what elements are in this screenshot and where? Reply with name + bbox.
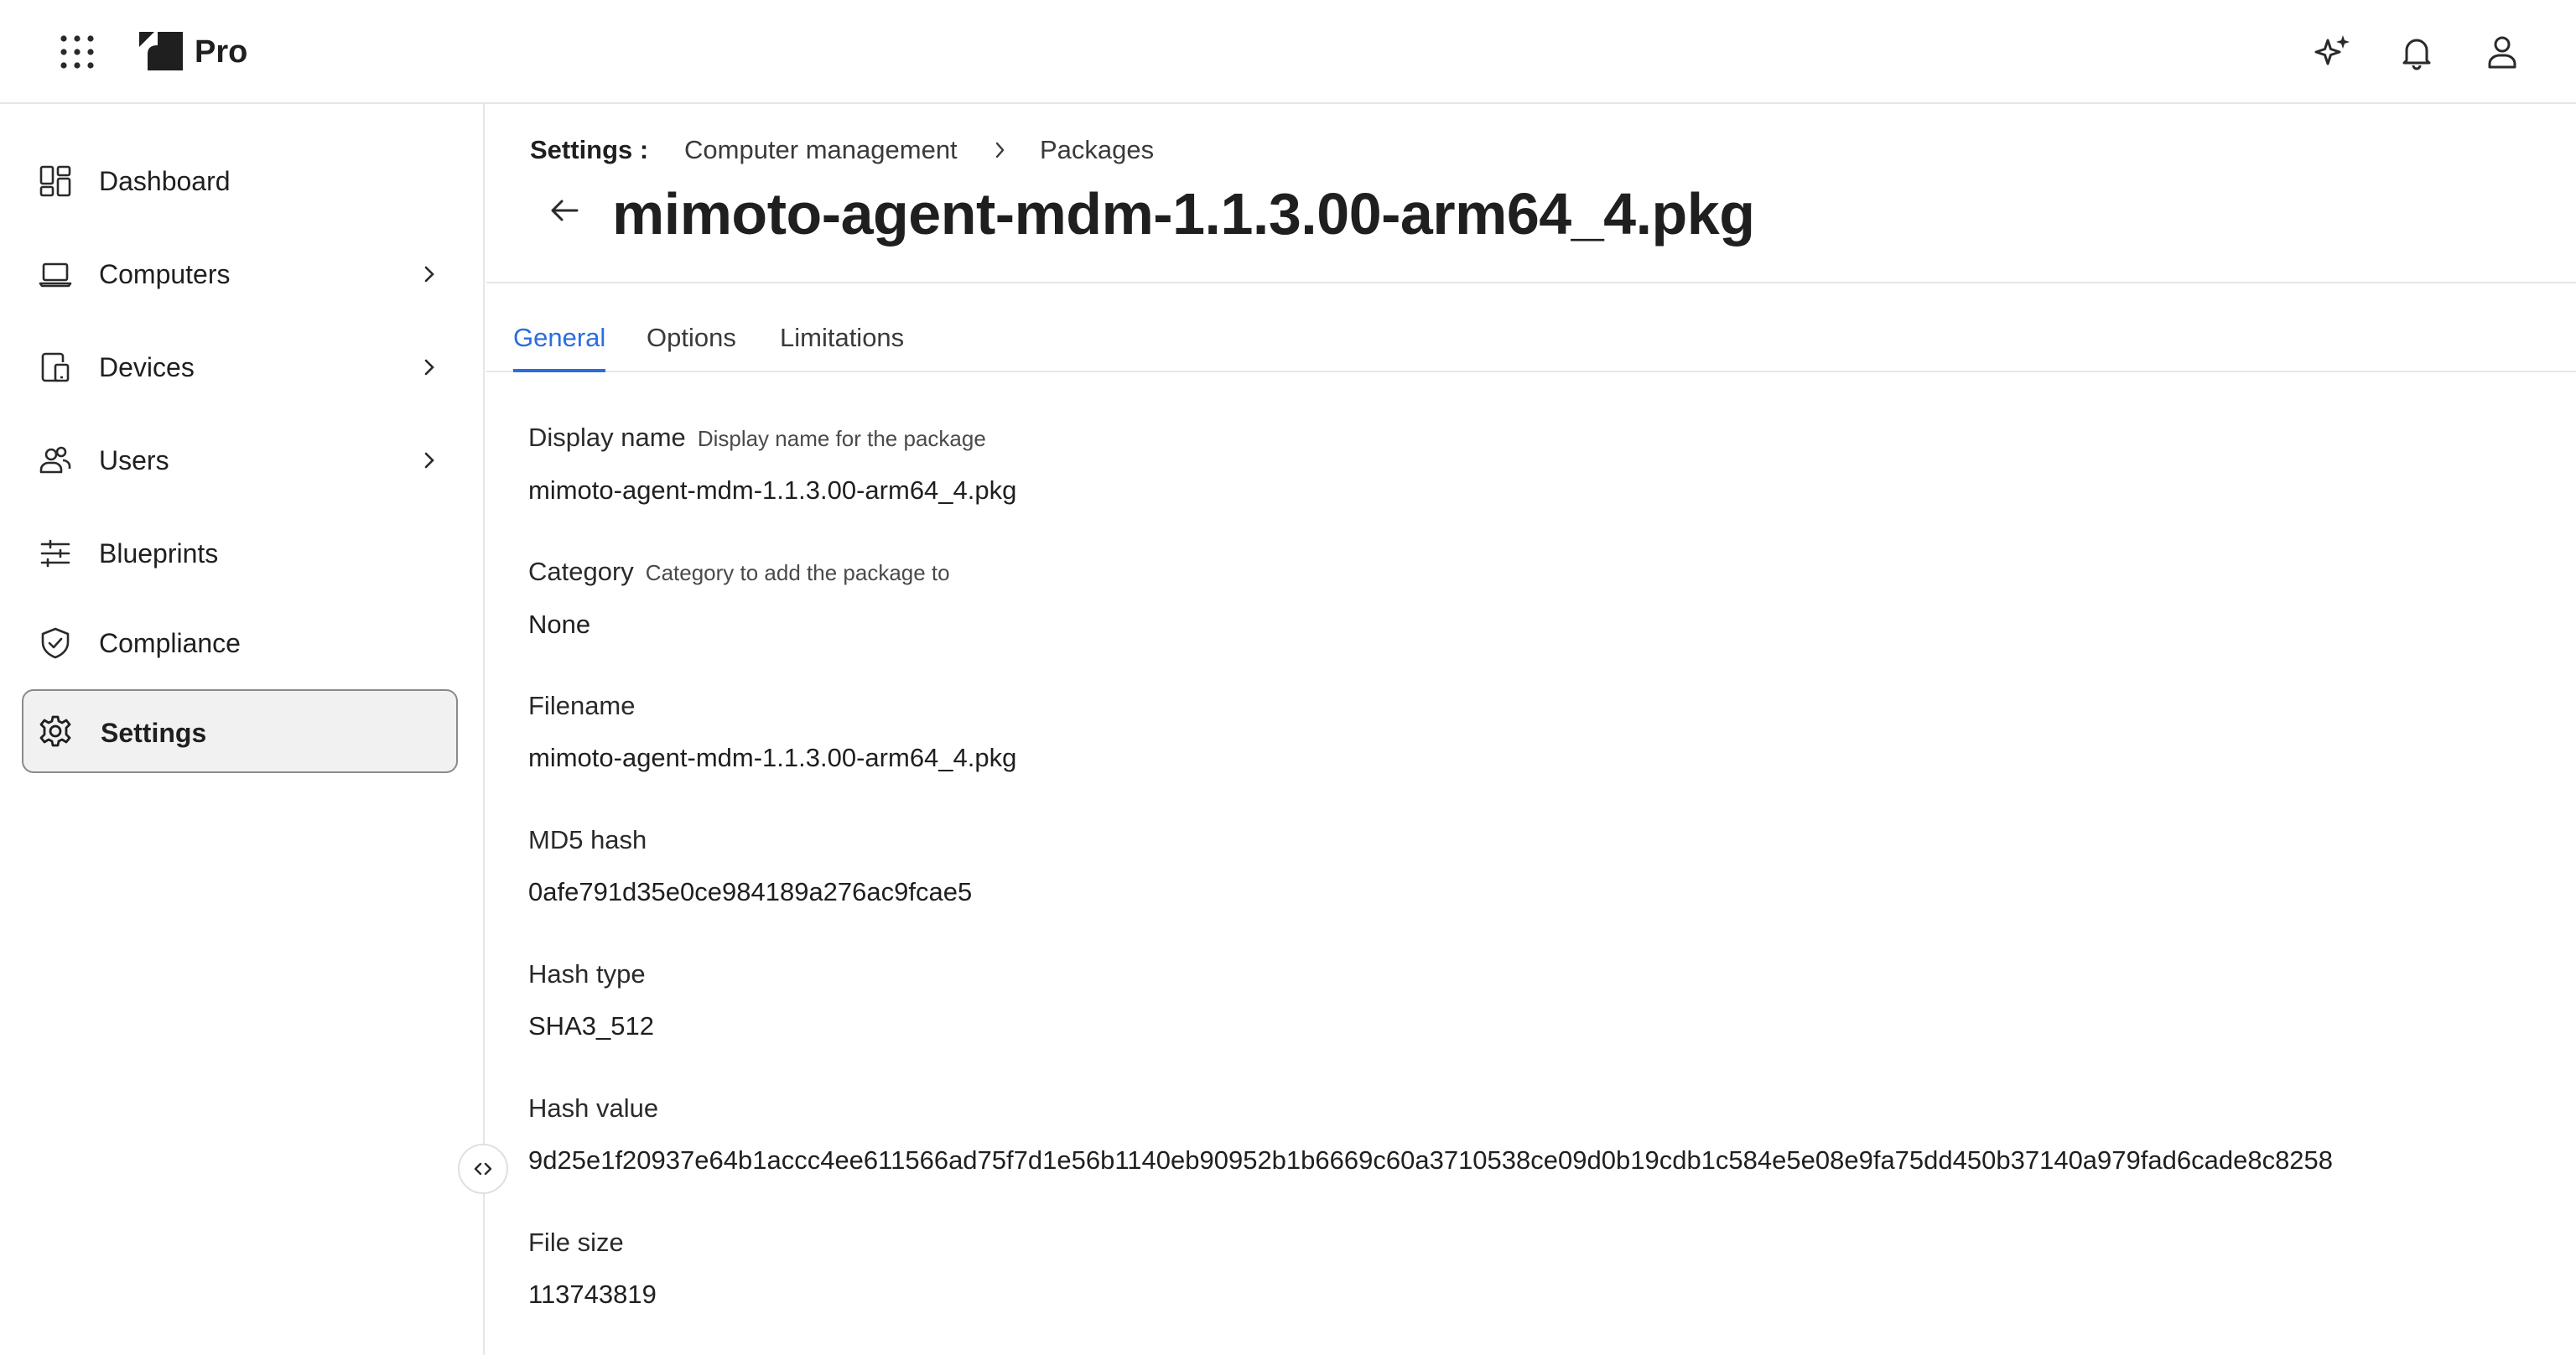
sidebar-item-compliance[interactable]: Compliance (22, 601, 458, 685)
field-label: Filename (528, 691, 636, 720)
tab-limitations[interactable]: Limitations (780, 319, 904, 372)
code-arrows-icon (474, 1162, 492, 1176)
field-hint: Category to add the package to (645, 560, 950, 585)
dashboard-icon (39, 165, 71, 197)
apps-grid-icon[interactable] (59, 34, 96, 70)
sidebar-item-settings[interactable]: Settings (22, 689, 458, 773)
chevron-right-icon[interactable] (416, 354, 443, 381)
hash-value-field: Hash value 9d25e1f20937e64b1accc4ee61156… (528, 1090, 2333, 1179)
user-icon[interactable] (2480, 30, 2524, 74)
gear-icon (39, 715, 71, 747)
sidebar-item-dashboard[interactable]: Dashboard (22, 139, 458, 223)
laptop-icon (39, 262, 72, 288)
tab-general[interactable]: General (513, 319, 606, 372)
devices-icon (41, 352, 70, 382)
field-label: Hash value (528, 1093, 659, 1123)
field-value: None (528, 610, 591, 639)
sidebar-item-label: Compliance (99, 628, 241, 658)
sidebar-item-computers[interactable]: Computers (22, 232, 458, 316)
sidebar-item-label: Users (99, 445, 169, 475)
breadcrumb-item-computer-management[interactable]: Computer management (684, 131, 958, 169)
shield-check-icon (41, 627, 70, 659)
field-value: 113743819 (528, 1280, 657, 1309)
field-label: MD5 hash (528, 825, 647, 854)
sidebar-item-label: Dashboard (99, 166, 231, 196)
users-icon (39, 446, 71, 474)
sliders-icon (40, 539, 70, 568)
category-field: Category Category to add the package to N… (528, 553, 950, 643)
back-arrow-icon[interactable] (543, 189, 585, 231)
field-label: File size (528, 1228, 624, 1257)
hash-type-field: Hash type SHA3_512 (528, 956, 654, 1045)
ai-sparkle-icon[interactable] (2311, 30, 2355, 74)
chevron-right-icon (995, 142, 1005, 158)
sidebar-item-label: Blueprints (99, 538, 219, 568)
sidebar-item-label: Devices (99, 352, 195, 382)
page-title: mimoto-agent-mdm-1.1.3.00-arm64_4.pkg (612, 181, 1755, 247)
bell-icon[interactable] (2395, 30, 2438, 74)
brand-logo-icon[interactable] (139, 32, 183, 70)
field-label: Category (528, 557, 634, 586)
header-divider (486, 282, 2576, 283)
sidebar: Dashboard Computers Devices Users Bluepr… (0, 104, 485, 1355)
sidebar-item-devices[interactable]: Devices (22, 325, 458, 409)
filename-field: Filename mimoto-agent-mdm-1.1.3.00-arm64… (528, 688, 1016, 776)
top-bar: Pro (0, 0, 2576, 104)
chevron-right-icon[interactable] (416, 447, 443, 474)
display-name-field: Display name Display name for the package… (528, 419, 1016, 509)
field-label: Display name (528, 423, 686, 452)
field-value: 0afe791d35e0ce984189a276ac9fcae5 (528, 877, 973, 906)
sidebar-item-blueprints[interactable]: Blueprints (22, 511, 458, 595)
md5-hash-field: MD5 hash 0afe791d35e0ce984189a276ac9fcae… (528, 822, 972, 911)
field-value: mimoto-agent-mdm-1.1.3.00-arm64_4.pkg (528, 743, 1017, 772)
field-label: Hash type (528, 959, 646, 989)
field-value: SHA3_512 (528, 1011, 654, 1041)
breadcrumb-item-packages[interactable]: Packages (1040, 131, 1154, 169)
tab-bar: General Options Limitations (486, 312, 2576, 372)
file-size-field: File size 113743819 (528, 1224, 657, 1313)
breadcrumb-root[interactable]: Settings : (530, 131, 648, 169)
field-value: 9d25e1f20937e64b1accc4ee611566ad75f7d1e5… (528, 1145, 2334, 1175)
sidebar-collapse-button[interactable] (458, 1144, 508, 1194)
tab-options[interactable]: Options (647, 319, 736, 372)
sidebar-item-users[interactable]: Users (22, 418, 458, 502)
field-hint: Display name for the package (697, 426, 986, 451)
sidebar-item-label: Settings (101, 718, 207, 748)
sidebar-item-label: Computers (99, 259, 231, 289)
chevron-right-icon[interactable] (416, 261, 443, 288)
brand-name[interactable]: Pro (195, 32, 247, 72)
field-value: mimoto-agent-mdm-1.1.3.00-arm64_4.pkg (528, 475, 1017, 505)
